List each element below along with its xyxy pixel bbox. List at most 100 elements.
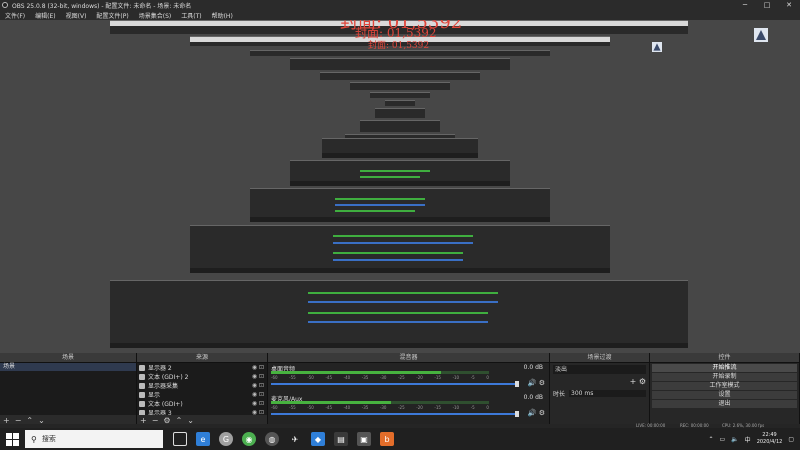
volume-fader[interactable] — [271, 411, 519, 417]
source-item[interactable]: 文本 (GDI+) ◉ ⊡ — [137, 399, 267, 408]
system-tray: ⌃ ▭ 🔈 中 22:49 2020/4/12 ▢ — [708, 428, 794, 450]
scenes-dock-title: 场景 — [0, 353, 136, 363]
mixer-dock-title: 混音器 — [268, 353, 549, 363]
visibility-eye-icon[interactable]: ◉ ⊡ — [252, 364, 264, 371]
sources-dock-title: 来源 — [137, 353, 267, 363]
fader-knob[interactable] — [515, 381, 519, 387]
visibility-eye-icon[interactable]: ◉ ⊡ — [252, 382, 264, 389]
duration-label: 时长 — [553, 391, 566, 398]
chrome-icon[interactable]: ◉ — [242, 432, 256, 446]
source-item[interactable]: 显示器采集 ◉ ⊡ — [137, 381, 267, 390]
bilibili-icon[interactable]: b — [380, 432, 394, 446]
speaker-icon[interactable]: 🔊 ⚙ — [528, 409, 545, 417]
menu-tools[interactable]: 工具(T) — [176, 11, 206, 20]
obs-logo-icon — [652, 42, 662, 52]
start-streaming-button[interactable]: 开始推流 — [652, 364, 797, 372]
menu-profile[interactable]: 配置文件(P) — [91, 11, 133, 20]
taskbar-search[interactable]: ⚲ 搜索 — [25, 430, 163, 448]
obs-app-icon — [2, 2, 8, 8]
vs-code-icon[interactable]: ◆ — [311, 432, 325, 446]
fader-knob[interactable] — [515, 411, 519, 417]
menu-help[interactable]: 帮助(H) — [207, 11, 238, 20]
nested-capture — [350, 82, 450, 90]
nested-capture — [290, 160, 510, 186]
windows-start-icon[interactable] — [4, 431, 20, 447]
nested-capture — [375, 108, 425, 118]
menu-edit[interactable]: 编辑(E) — [30, 11, 60, 20]
maximize-button[interactable]: □ — [756, 0, 778, 10]
nested-capture — [360, 120, 440, 132]
visibility-eye-icon[interactable]: ◉ ⊡ — [252, 400, 264, 407]
editor-icon[interactable]: ▤ — [334, 432, 348, 446]
app-g-icon[interactable]: G — [219, 432, 233, 446]
obs-taskbar-icon[interactable]: ◍ — [265, 432, 279, 446]
add-transition-icon[interactable]: + — [630, 377, 637, 386]
menu-scene-collection[interactable]: 场景集合(S) — [134, 11, 177, 20]
volume-fader[interactable] — [271, 381, 519, 387]
nested-capture — [290, 58, 510, 70]
meter-ticks: -60 -55 -50 -45 -40 -35 -30 -25 -20 -15 -10 -5 0 — [271, 375, 489, 380]
nested-capture — [320, 72, 480, 80]
volume-icon[interactable]: 🔈 — [731, 436, 738, 443]
controls-body: 开始推流 开始录制 工作室模式 设置 退出 — [650, 363, 799, 425]
sources-dock: 来源 显示器 2 ◉ ⊡ 文本 (GDI+) 2 ◉ ⊡ 显示器采集 ◉ ⊡ 显示 ◉ … — [137, 353, 268, 425]
start-recording-button[interactable]: 开始录制 — [652, 373, 797, 381]
search-placeholder: 搜索 — [41, 435, 56, 443]
scenes-dock: 场景 场景 + − ⌃ ⌄ — [0, 353, 137, 425]
settings-button[interactable]: 设置 — [652, 391, 797, 399]
ime-icon[interactable]: 中 — [745, 435, 751, 444]
menu-file[interactable]: 文件(F) — [0, 11, 30, 20]
scenes-list: 场景 — [0, 363, 136, 415]
text-icon — [139, 400, 145, 407]
window-titlebar: OBS 25.0.8 (32-bit, windows) - 配置文件: 未命名… — [0, 0, 800, 10]
obs-logo-icon — [754, 28, 768, 42]
volume-meter — [271, 401, 489, 404]
bottom-docks: 场景 场景 + − ⌃ ⌄ 来源 显示器 2 ◉ ⊡ 文本 (GDI+) 2 ◉ ⊡… — [0, 353, 800, 425]
volume-meter — [271, 371, 489, 374]
close-button[interactable]: ✕ — [778, 0, 800, 10]
meter-ticks: -60 -55 -50 -45 -40 -35 -30 -25 -20 -15 -10 -5 0 — [271, 405, 489, 410]
nested-capture — [370, 92, 430, 98]
gear-icon[interactable]: ⚙ — [639, 377, 646, 386]
transitions-dock: 场景过渡 淡出 + ⚙ 时长 300 ms — [550, 353, 650, 425]
duration-input[interactable]: 300 ms — [569, 390, 646, 397]
source-item[interactable]: 显示器 2 ◉ ⊡ — [137, 363, 267, 372]
notification-icon[interactable]: ▢ — [788, 436, 794, 443]
visibility-eye-icon[interactable]: ◉ ⊡ — [252, 373, 264, 380]
nested-capture — [385, 100, 415, 106]
scene-item[interactable]: 场景 — [0, 363, 136, 371]
preview-canvas[interactable]: 封面: 01,5392 封面: 01,5392 封面: 01,5392 — [0, 20, 800, 353]
source-item[interactable]: 显示 ◉ ⊡ — [137, 390, 267, 399]
capture-icon — [139, 382, 145, 389]
tray-up-chevron-icon[interactable]: ⌃ — [708, 436, 713, 443]
transition-select[interactable]: 淡出 — [553, 365, 646, 374]
transitions-dock-title: 场景过渡 — [550, 353, 649, 363]
window-title: OBS 25.0.8 (32-bit, windows) - 配置文件: 未命名… — [12, 2, 192, 10]
task-view-icon[interactable] — [173, 432, 187, 446]
studio-mode-button[interactable]: 工作室模式 — [652, 382, 797, 390]
transition-toolbar: + ⚙ — [553, 377, 646, 386]
overlay-text-small: 封面: 01,5392 — [368, 41, 430, 51]
windows-taskbar: ⚲ 搜索 e G ◉ ◍ ✈ ◆ ▤ ▣ b ⌃ ▭ 🔈 中 22:49 202… — [0, 428, 800, 450]
minimize-button[interactable]: ─ — [734, 0, 756, 10]
display-icon — [139, 364, 145, 371]
mixer-channel: 桌面音频 0.0 dB -60 -55 -50 -45 -40 -35 -30 -25 -20-… — [268, 363, 549, 391]
window-controls: ─ □ ✕ — [734, 0, 800, 10]
store-icon[interactable]: ▣ — [357, 432, 371, 446]
transitions-body: 淡出 + ⚙ 时长 300 ms — [550, 363, 649, 425]
text-icon — [139, 373, 145, 380]
channel-db: 0.0 dB — [523, 394, 543, 401]
channel-db: 0.0 dB — [523, 364, 543, 371]
taskbar-clock[interactable]: 22:49 2020/4/12 — [757, 432, 783, 446]
speaker-icon[interactable]: 🔊 ⚙ — [528, 379, 545, 387]
source-item[interactable]: 文本 (GDI+) 2 ◉ ⊡ — [137, 372, 267, 381]
plane-app-icon[interactable]: ✈ — [288, 432, 302, 446]
exit-button[interactable]: 退出 — [652, 400, 797, 408]
menu-view[interactable]: 视图(V) — [61, 11, 92, 20]
ie-browser-icon[interactable]: e — [196, 432, 210, 446]
visibility-eye-icon[interactable]: ◉ ⊡ — [252, 391, 264, 398]
nested-capture — [110, 280, 688, 348]
network-icon[interactable]: ▭ — [720, 436, 726, 443]
sources-list: 显示器 2 ◉ ⊡ 文本 (GDI+) 2 ◉ ⊡ 显示器采集 ◉ ⊡ 显示 ◉ ⊡ 文… — [137, 363, 267, 417]
mixer-dock: 混音器 桌面音频 0.0 dB -60 -55 -50 -45 -40 -35 -30 -25… — [268, 353, 550, 425]
